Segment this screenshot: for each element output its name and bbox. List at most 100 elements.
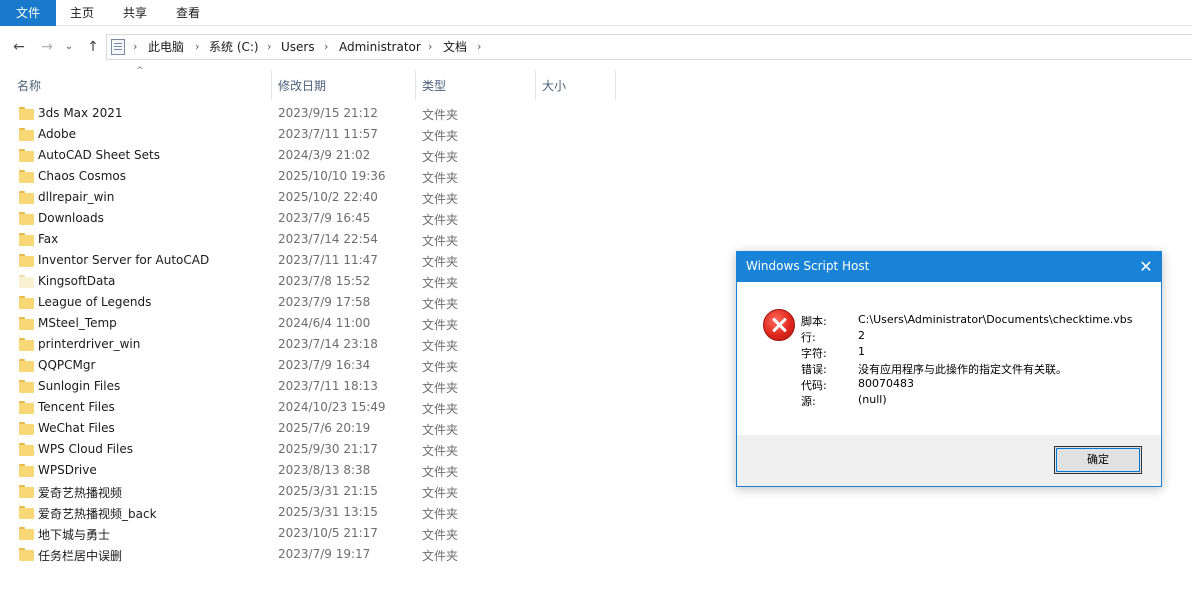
navigation-bar: ← → ⌄ ↑ › 此电脑 › 系统 (C:) › Users › Admini… bbox=[0, 27, 1192, 67]
breadcrumb-separator-icon[interactable]: › bbox=[324, 35, 328, 59]
file-row[interactable]: League of Legends 2023/7/9 17:58 文件夹 bbox=[0, 293, 740, 314]
error-dialog: Windows Script Host ✕ 脚本: C:\Users\Admin… bbox=[736, 251, 1162, 487]
breadcrumb-system-drive[interactable]: 系统 (C:) bbox=[209, 35, 259, 59]
recent-locations-chevron-icon[interactable]: ⌄ bbox=[62, 37, 76, 57]
file-name: WPSDrive bbox=[38, 463, 97, 477]
dialog-field-source: 源: (null) bbox=[801, 393, 1151, 409]
file-row[interactable]: Inventor Server for AutoCAD 2023/7/11 11:… bbox=[0, 251, 740, 272]
column-header-modified[interactable]: 修改日期 bbox=[272, 67, 416, 101]
folder-icon bbox=[19, 506, 34, 519]
file-modified-date: 2025/10/10 19:36 bbox=[278, 169, 386, 183]
file-modified-date: 2024/6/4 11:00 bbox=[278, 316, 371, 330]
file-row[interactable]: Downloads 2023/7/9 16:45 文件夹 bbox=[0, 209, 740, 230]
tab-home[interactable]: 主页 bbox=[58, 0, 106, 26]
file-modified-date: 2023/7/9 16:34 bbox=[278, 358, 371, 372]
file-modified-date: 2025/10/2 22:40 bbox=[278, 190, 378, 204]
dialog-field-line: 行: 2 bbox=[801, 329, 1151, 345]
file-row[interactable]: WPSDrive 2023/8/13 8:38 文件夹 bbox=[0, 461, 740, 482]
folder-icon bbox=[19, 338, 34, 351]
dialog-field-char: 字符: 1 bbox=[801, 345, 1151, 361]
folder-icon bbox=[19, 275, 34, 288]
breadcrumb-this-pc[interactable]: 此电脑 bbox=[148, 35, 184, 59]
breadcrumb-administrator[interactable]: Administrator bbox=[339, 35, 421, 59]
file-row[interactable]: Adobe 2023/7/11 11:57 文件夹 bbox=[0, 125, 740, 146]
file-name: dllrepair_win bbox=[38, 190, 115, 204]
file-modified-date: 2025/3/31 21:15 bbox=[278, 484, 378, 498]
file-type: 文件夹 bbox=[422, 192, 459, 206]
file-modified-date: 2024/3/9 21:02 bbox=[278, 148, 371, 162]
file-row[interactable]: Sunlogin Files 2023/7/11 18:13 文件夹 bbox=[0, 377, 740, 398]
file-type: 文件夹 bbox=[422, 444, 459, 458]
tab-view[interactable]: 查看 bbox=[164, 0, 212, 26]
field-value: C:\Users\Administrator\Documents\checkti… bbox=[858, 313, 1133, 326]
file-row[interactable]: AutoCAD Sheet Sets 2024/3/9 21:02 文件夹 bbox=[0, 146, 740, 167]
field-value: 80070483 bbox=[858, 377, 914, 390]
file-type: 文件夹 bbox=[422, 360, 459, 374]
file-type: 文件夹 bbox=[422, 255, 459, 269]
file-row[interactable]: dllrepair_win 2025/10/2 22:40 文件夹 bbox=[0, 188, 740, 209]
file-row[interactable]: Chaos Cosmos 2025/10/10 19:36 文件夹 bbox=[0, 167, 740, 188]
field-label: 字符: bbox=[801, 347, 827, 360]
column-header-modified-label: 修改日期 bbox=[278, 79, 327, 93]
file-modified-date: 2023/7/9 17:58 bbox=[278, 295, 371, 309]
file-type: 文件夹 bbox=[422, 108, 459, 122]
file-name: Inventor Server for AutoCAD bbox=[38, 253, 210, 267]
column-header-name[interactable]: 名称 bbox=[0, 67, 272, 101]
dialog-field-script: 脚本: C:\Users\Administrator\Documents\che… bbox=[801, 313, 1151, 329]
folder-icon bbox=[19, 485, 34, 498]
ok-button[interactable]: 确定 bbox=[1054, 446, 1142, 474]
file-row[interactable]: WPS Cloud Files 2025/9/30 21:17 文件夹 bbox=[0, 440, 740, 461]
file-row[interactable]: Fax 2023/7/14 22:54 文件夹 bbox=[0, 230, 740, 251]
file-row[interactable]: QQPCMgr 2023/7/9 16:34 文件夹 bbox=[0, 356, 740, 377]
file-row[interactable]: KingsoftData 2023/7/8 15:52 文件夹 bbox=[0, 272, 740, 293]
file-row[interactable]: 爱奇艺热播视频_back 2025/3/31 13:15 文件夹 bbox=[0, 503, 740, 524]
breadcrumb-separator-icon[interactable]: › bbox=[428, 35, 432, 59]
file-name: Chaos Cosmos bbox=[38, 169, 127, 183]
dialog-title-bar[interactable]: Windows Script Host ✕ bbox=[737, 252, 1161, 282]
tab-share[interactable]: 共享 bbox=[110, 0, 160, 26]
folder-icon bbox=[19, 380, 34, 393]
breadcrumb-separator-icon[interactable]: › bbox=[267, 35, 271, 59]
back-arrow-icon[interactable]: ← bbox=[9, 37, 29, 57]
file-row[interactable]: 3ds Max 2021 2023/9/15 21:12 文件夹 bbox=[0, 104, 740, 125]
up-arrow-icon[interactable]: ↑ bbox=[83, 37, 103, 57]
column-divider[interactable] bbox=[615, 70, 616, 100]
field-label: 脚本: bbox=[801, 315, 827, 328]
file-name: MSteel_Temp bbox=[38, 316, 117, 330]
file-row[interactable]: 爱奇艺热播视频 2025/3/31 21:15 文件夹 bbox=[0, 482, 740, 503]
file-name: 爱奇艺热播视频_back bbox=[38, 507, 157, 521]
close-icon[interactable]: ✕ bbox=[1131, 252, 1161, 282]
file-name: KingsoftData bbox=[38, 274, 116, 288]
breadcrumb-separator-icon[interactable]: › bbox=[195, 35, 199, 59]
tab-file[interactable]: 文件 bbox=[0, 0, 56, 26]
folder-icon bbox=[19, 128, 34, 141]
address-bar[interactable]: › 此电脑 › 系统 (C:) › Users › Administrator … bbox=[106, 34, 1192, 60]
file-modified-date: 2023/7/11 11:57 bbox=[278, 127, 378, 141]
forward-arrow-icon[interactable]: → bbox=[37, 37, 57, 57]
file-type: 文件夹 bbox=[422, 486, 459, 500]
file-modified-date: 2023/7/14 23:18 bbox=[278, 337, 378, 351]
file-row[interactable]: printerdriver_win 2023/7/14 23:18 文件夹 bbox=[0, 335, 740, 356]
file-name: Downloads bbox=[38, 211, 104, 225]
file-modified-date: 2025/7/6 20:19 bbox=[278, 421, 371, 435]
file-modified-date: 2023/10/5 21:17 bbox=[278, 526, 378, 540]
file-row[interactable]: Tencent Files 2024/10/23 15:49 文件夹 bbox=[0, 398, 740, 419]
file-modified-date: 2023/7/11 11:47 bbox=[278, 253, 378, 267]
file-type: 文件夹 bbox=[422, 234, 459, 248]
file-type: 文件夹 bbox=[422, 276, 459, 290]
file-row[interactable]: WeChat Files 2025/7/6 20:19 文件夹 bbox=[0, 419, 740, 440]
breadcrumb-separator-icon[interactable]: › bbox=[133, 35, 137, 59]
folder-icon bbox=[19, 443, 34, 456]
breadcrumb-documents[interactable]: 文档 bbox=[443, 35, 467, 59]
file-row[interactable]: 地下城与勇士 2023/10/5 21:17 文件夹 bbox=[0, 524, 740, 545]
file-row[interactable]: MSteel_Temp 2024/6/4 11:00 文件夹 bbox=[0, 314, 740, 335]
column-header-size[interactable]: 大小 bbox=[536, 67, 616, 101]
file-row[interactable]: 任务栏居中误删 2023/7/9 19:17 文件夹 bbox=[0, 545, 740, 566]
column-header-type[interactable]: 类型 bbox=[416, 67, 536, 101]
folder-icon bbox=[19, 401, 34, 414]
breadcrumb-separator-icon[interactable]: › bbox=[477, 35, 481, 59]
folder-icon bbox=[19, 527, 34, 540]
file-modified-date: 2023/7/11 18:13 bbox=[278, 379, 378, 393]
breadcrumb-users[interactable]: Users bbox=[281, 35, 315, 59]
file-type: 文件夹 bbox=[422, 423, 459, 437]
